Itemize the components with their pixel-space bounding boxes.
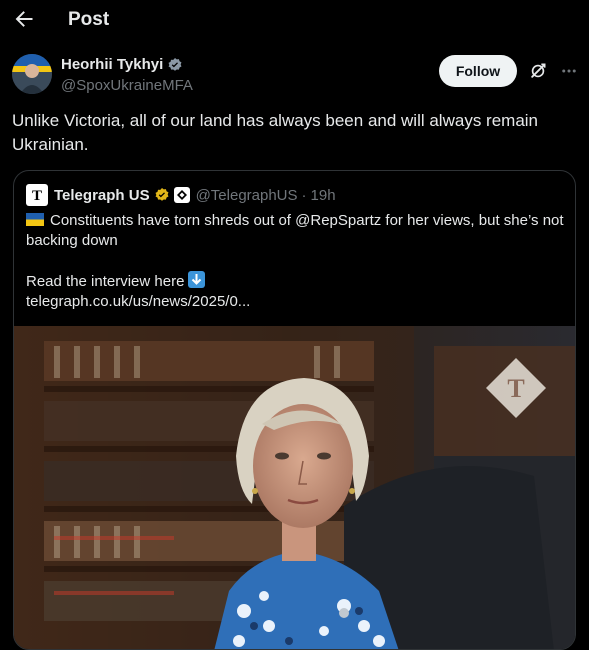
quote-author-name[interactable]: Telegraph US [54, 187, 150, 204]
follow-button[interactable]: Follow [439, 55, 517, 87]
more-icon[interactable] [560, 62, 578, 80]
affiliate-logo-icon [173, 187, 190, 203]
down-arrow-icon [188, 271, 206, 288]
quote-line-1: Constituents have torn shreds out of @Re… [26, 211, 566, 251]
page-title: Post [68, 9, 110, 30]
quote-header: T Telegraph US @TelegraphUS · 19h [26, 184, 336, 206]
quote-timestamp[interactable]: 19h [311, 187, 336, 204]
separator-dot: · [301, 186, 307, 204]
quote-photo[interactable]: T [14, 326, 575, 649]
svg-text:T: T [507, 374, 524, 403]
top-bar: Post [0, 0, 589, 42]
author-name[interactable]: Heorhii Tykhyi [61, 56, 163, 73]
quote-headline: Constituents have torn shreds out of @Re… [26, 212, 564, 249]
arrow-left-icon[interactable] [12, 7, 36, 31]
article-link[interactable]: telegraph.co.uk/us/news/2025/0... [26, 292, 566, 312]
quote-author-handle[interactable]: @TelegraphUS [196, 187, 298, 204]
gold-verified-badge-icon [155, 188, 169, 201]
author-name-row: Heorhii Tykhyi [61, 56, 183, 73]
grok-icon[interactable] [528, 61, 548, 81]
verified-badge-icon [168, 57, 182, 71]
svg-text:T: T [32, 188, 42, 204]
avatar[interactable] [12, 54, 52, 94]
tweet-text: Unlike Victoria, all of our land has alw… [12, 111, 539, 154]
telegraph-logo-icon[interactable]: T [26, 184, 48, 206]
author-handle[interactable]: @SpoxUkraineMFA [61, 77, 193, 94]
quote-body: Constituents have torn shreds out of @Re… [26, 211, 566, 312]
ukraine-flag-icon [26, 213, 44, 226]
quote-line-2: Read the interview here [26, 271, 566, 292]
read-interview-text: Read the interview here [26, 273, 185, 290]
quoted-post[interactable]: T Telegraph US @TelegraphUS · 19h Consti… [13, 170, 576, 650]
